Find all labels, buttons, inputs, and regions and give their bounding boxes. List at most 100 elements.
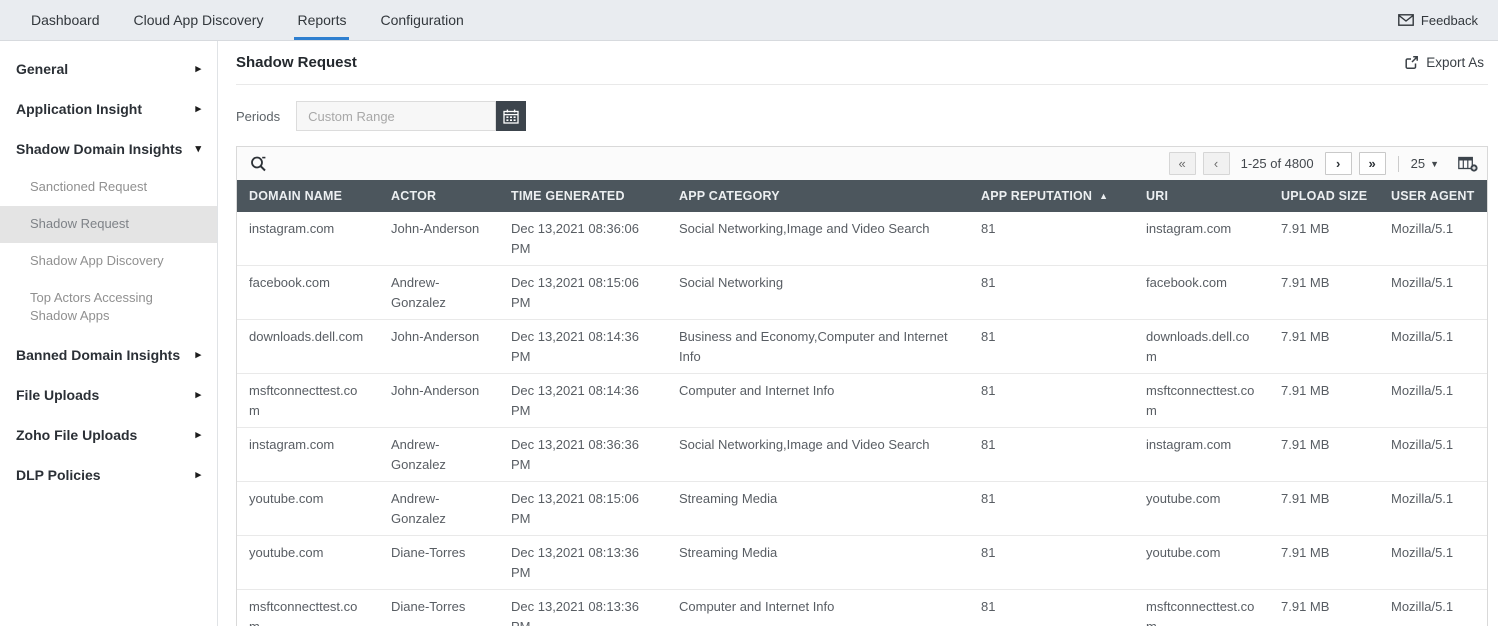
top-navigation: Dashboard Cloud App Discovery Reports Co… xyxy=(0,0,1498,41)
cell-domain: msftconnecttest.com xyxy=(237,590,379,626)
cell-category: Social Networking xyxy=(667,266,969,320)
table-row[interactable]: youtube.com Andrew-Gonzalez Dec 13,2021 … xyxy=(237,482,1487,536)
sidebar-item-label: Application Insight xyxy=(16,101,142,117)
table-row[interactable]: instagram.com Andrew-Gonzalez Dec 13,202… xyxy=(237,428,1487,482)
col-header-app-category[interactable]: APP CATEGORY xyxy=(667,180,969,212)
col-header-time-generated[interactable]: TIME GENERATED xyxy=(499,180,667,212)
cell-user-agent: Mozilla/5.1 xyxy=(1379,374,1487,428)
table-row[interactable]: facebook.com Andrew-Gonzalez Dec 13,2021… xyxy=(237,266,1487,320)
cell-time: Dec 13,2021 08:36:06 PM xyxy=(499,212,667,266)
sidebar-item-label: File Uploads xyxy=(16,387,99,403)
export-as-label: Export As xyxy=(1426,55,1484,70)
cell-time: Dec 13,2021 08:36:36 PM xyxy=(499,428,667,482)
cell-category: Social Networking,Image and Video Search xyxy=(667,212,969,266)
cell-actor: John-Anderson xyxy=(379,374,499,428)
cell-upload-size: 7.91 MB xyxy=(1269,374,1379,428)
records-table: DOMAIN NAME ACTOR TIME GENERATED APP CAT… xyxy=(237,180,1487,626)
sidebar-item-shadow-domain-insights[interactable]: Shadow Domain Insights ▾ xyxy=(0,129,217,169)
next-page-button[interactable]: › xyxy=(1325,152,1352,175)
cell-domain: downloads.dell.com xyxy=(237,320,379,374)
prev-page-button[interactable]: ‹ xyxy=(1203,152,1230,175)
calendar-icon xyxy=(503,109,519,124)
table-row[interactable]: msftconnecttest.com John-Anderson Dec 13… xyxy=(237,374,1487,428)
sidebar-item-label: Zoho File Uploads xyxy=(16,427,137,443)
cell-user-agent: Mozilla/5.1 xyxy=(1379,590,1487,626)
cell-upload-size: 7.91 MB xyxy=(1269,482,1379,536)
periods-label: Periods xyxy=(236,109,280,124)
cell-upload-size: 7.91 MB xyxy=(1269,428,1379,482)
cell-category: Streaming Media xyxy=(667,482,969,536)
cell-domain: msftconnecttest.com xyxy=(237,374,379,428)
sidebar-item-banned-domain-insights[interactable]: Banned Domain Insights ▸ xyxy=(0,335,217,375)
table-row[interactable]: youtube.com Diane-Torres Dec 13,2021 08:… xyxy=(237,536,1487,590)
col-header-user-agent[interactable]: USER AGENT xyxy=(1379,180,1487,212)
col-header-domain-name[interactable]: DOMAIN NAME xyxy=(237,180,379,212)
cell-domain: youtube.com xyxy=(237,482,379,536)
col-header-actor[interactable]: ACTOR xyxy=(379,180,499,212)
periods-row: Periods xyxy=(236,101,1488,131)
first-page-button[interactable]: « xyxy=(1169,152,1196,175)
sidebar-item-general[interactable]: General ▸ xyxy=(0,49,217,89)
cell-reputation: 81 xyxy=(969,212,1134,266)
cell-domain: youtube.com xyxy=(237,536,379,590)
sidebar-item-sanctioned-request[interactable]: Sanctioned Request xyxy=(0,169,217,206)
tab-cloud-app-discovery[interactable]: Cloud App Discovery xyxy=(117,0,281,40)
sidebar-item-shadow-request[interactable]: Shadow Request xyxy=(0,206,217,243)
cell-user-agent: Mozilla/5.1 xyxy=(1379,320,1487,374)
next-page-icon: › xyxy=(1336,156,1340,171)
chevron-right-icon: ▸ xyxy=(195,64,201,75)
sidebar-item-shadow-app-discovery[interactable]: Shadow App Discovery xyxy=(0,243,217,280)
sidebar-item-application-insight[interactable]: Application Insight ▸ xyxy=(0,89,217,129)
main-content: Shadow Request Export As Periods xyxy=(218,41,1498,626)
last-page-icon: » xyxy=(1368,156,1375,171)
page-body: General ▸ Application Insight ▸ Shadow D… xyxy=(0,41,1498,626)
sidebar-item-label: DLP Policies xyxy=(16,467,101,483)
periods-input[interactable] xyxy=(296,101,496,131)
col-header-uri[interactable]: URI xyxy=(1134,180,1269,212)
table-row[interactable]: downloads.dell.com John-Anderson Dec 13,… xyxy=(237,320,1487,374)
tab-reports[interactable]: Reports xyxy=(280,0,363,40)
col-header-app-reputation[interactable]: APP REPUTATION▲ xyxy=(969,180,1134,212)
dropdown-caret-icon: ▼ xyxy=(1430,159,1439,169)
cell-time: Dec 13,2021 08:14:36 PM xyxy=(499,320,667,374)
col-header-upload-size[interactable]: UPLOAD SIZE xyxy=(1269,180,1379,212)
chevron-right-icon: ▸ xyxy=(195,430,201,441)
table-row[interactable]: msftconnecttest.com Diane-Torres Dec 13,… xyxy=(237,590,1487,626)
cell-upload-size: 7.91 MB xyxy=(1269,212,1379,266)
cell-time: Dec 13,2021 08:13:36 PM xyxy=(499,536,667,590)
feedback-button[interactable]: Feedback xyxy=(1392,0,1484,40)
cell-domain: instagram.com xyxy=(237,212,379,266)
tab-dashboard[interactable]: Dashboard xyxy=(14,0,117,40)
tab-configuration[interactable]: Configuration xyxy=(363,0,480,40)
records-table-container: « ‹ 1-25 of 4800 › » 25 ▼ xyxy=(236,146,1488,626)
cell-actor: John-Anderson xyxy=(379,212,499,266)
cell-actor: John-Anderson xyxy=(379,320,499,374)
cell-uri: facebook.com xyxy=(1134,266,1269,320)
toolbar-divider xyxy=(1398,156,1399,172)
cell-user-agent: Mozilla/5.1 xyxy=(1379,536,1487,590)
export-icon xyxy=(1404,55,1419,70)
sidebar-item-label: Shadow Domain Insights xyxy=(16,141,182,157)
sidebar-item-zoho-file-uploads[interactable]: Zoho File Uploads ▸ xyxy=(0,415,217,455)
export-as-button[interactable]: Export As xyxy=(1404,55,1488,70)
sidebar-item-dlp-policies[interactable]: DLP Policies ▸ xyxy=(0,455,217,495)
periods-picker xyxy=(296,101,526,131)
page-title: Shadow Request xyxy=(236,54,357,71)
cell-category: Streaming Media xyxy=(667,536,969,590)
column-chooser-button[interactable] xyxy=(1458,156,1478,172)
pagination: « ‹ 1-25 of 4800 › » 25 ▼ xyxy=(1169,152,1478,175)
chevron-right-icon: ▸ xyxy=(195,104,201,115)
calendar-button[interactable] xyxy=(496,101,526,131)
table-row[interactable]: instagram.com John-Anderson Dec 13,2021 … xyxy=(237,212,1487,266)
cell-uri: instagram.com xyxy=(1134,428,1269,482)
cell-upload-size: 7.91 MB xyxy=(1269,320,1379,374)
cell-user-agent: Mozilla/5.1 xyxy=(1379,482,1487,536)
last-page-button[interactable]: » xyxy=(1359,152,1386,175)
search-button[interactable] xyxy=(246,153,272,174)
page-size-dropdown[interactable]: 25 ▼ xyxy=(1411,156,1439,171)
sidebar-item-file-uploads[interactable]: File Uploads ▸ xyxy=(0,375,217,415)
cell-category: Social Networking,Image and Video Search xyxy=(667,428,969,482)
cell-reputation: 81 xyxy=(969,536,1134,590)
columns-add-icon xyxy=(1458,156,1478,172)
sidebar-item-top-actors[interactable]: Top Actors Accessing Shadow Apps xyxy=(0,280,217,336)
